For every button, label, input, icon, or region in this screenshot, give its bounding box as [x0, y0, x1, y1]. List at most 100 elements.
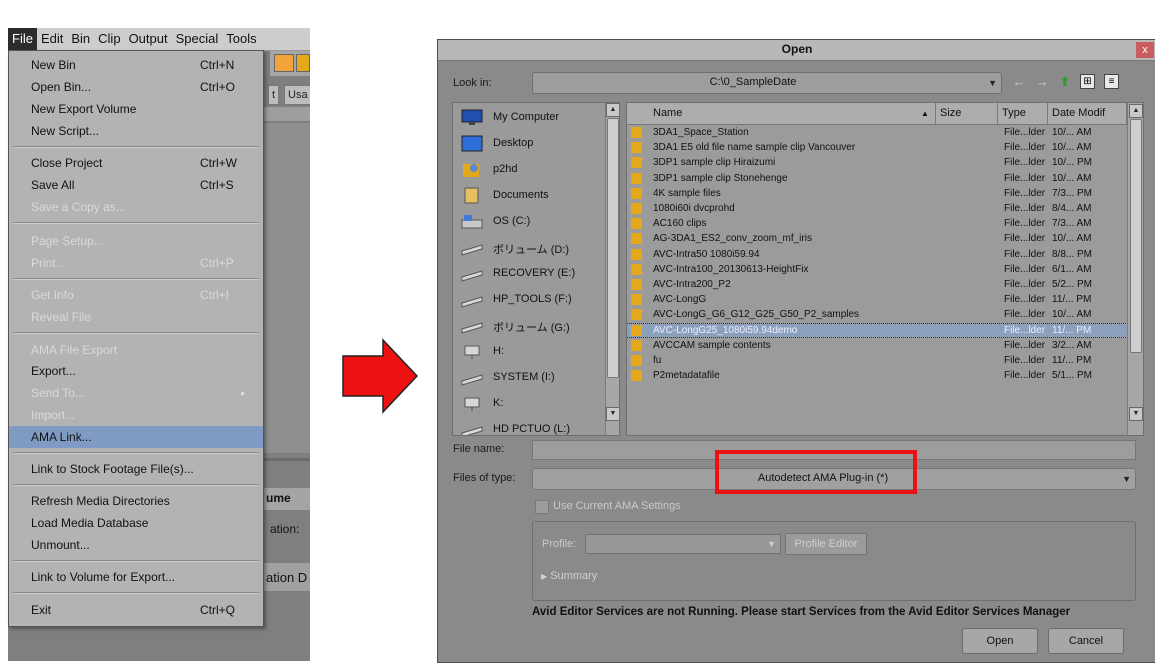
place-k[interactable]: K:	[453, 391, 605, 417]
destination-column-label: ation D	[266, 570, 308, 585]
bin-tab-usage[interactable]: Usa	[284, 85, 310, 105]
place-desktop[interactable]: Desktop	[453, 131, 605, 157]
file-row[interactable]: 3DA1 E5 old file name sample clip Vancou…	[627, 141, 1127, 154]
scroll-down-icon[interactable]: ▼	[1129, 407, 1143, 421]
menu-item-new-script[interactable]: New Script...	[9, 120, 263, 142]
folder-icon	[631, 370, 642, 382]
menu-output[interactable]: Output	[125, 28, 172, 50]
file-row[interactable]: 3DP1 sample clip Hiraizumi File...lder 10/…	[627, 156, 1127, 169]
menu-tools[interactable]: Tools	[222, 28, 260, 50]
place-l[interactable]: HD PCTUO (L:)	[453, 417, 605, 435]
column-name[interactable]: Name ▲	[627, 103, 936, 124]
scroll-up-icon[interactable]: ▲	[1129, 104, 1143, 118]
menu-item-label: AMA Link...	[31, 430, 92, 444]
file-list-header: Name ▲ Size Type Date Modif	[627, 103, 1127, 125]
menu-item-new-bin[interactable]: New Bin Ctrl+N	[9, 54, 263, 76]
place-g[interactable]: ボリューム (G:)	[453, 313, 605, 339]
submenu-arrow-icon: ▸	[241, 388, 246, 398]
menu-edit[interactable]: Edit	[37, 28, 67, 50]
column-date-modified[interactable]: Date Modif	[1048, 103, 1127, 124]
file-row[interactable]: AVC-LongG File...lder 11/... PM	[627, 293, 1127, 306]
place-recovery-e[interactable]: RECOVERY (E:)	[453, 261, 605, 287]
cancel-button[interactable]: Cancel	[1048, 628, 1124, 654]
file-row[interactable]: P2metadatafile File...lder 5/1... PM	[627, 369, 1127, 382]
menu-item-reveal-file: Reveal File	[9, 306, 263, 328]
forward-arrow-icon[interactable]: →	[1034, 74, 1050, 90]
look-in-value: C:\0_SampleDate	[709, 76, 797, 88]
list-view-icon[interactable]: ≡	[1104, 74, 1119, 89]
file-type: File...lder	[1004, 370, 1046, 382]
menu-item-link-volume-export[interactable]: Link to Volume for Export...	[9, 566, 263, 588]
places-scrollbar[interactable]: ▲ ▼	[605, 103, 619, 435]
menu-item-new-export-volume[interactable]: New Export Volume	[9, 98, 263, 120]
summary-disclosure: ▶ Summary	[541, 570, 597, 582]
file-name: AG-3DA1_ES2_conv_zoom_mf_iris	[653, 233, 812, 245]
menu-clip[interactable]: Clip	[94, 28, 124, 50]
bin-tab[interactable]: t	[268, 85, 280, 105]
menu-item-open-bin[interactable]: Open Bin... Ctrl+O	[9, 76, 263, 98]
dialog-titlebar[interactable]: Open x	[438, 40, 1155, 61]
menu-item-ama-link[interactable]: AMA Link...	[9, 426, 263, 448]
menu-bin[interactable]: Bin	[67, 28, 94, 50]
column-type[interactable]: Type	[998, 103, 1048, 124]
column-size[interactable]: Size	[936, 103, 998, 124]
menu-item-page-setup: Page Setup...	[9, 230, 263, 252]
file-row[interactable]: AVC-LongG_G6_G12_G25_G50_P2_samples File.…	[627, 308, 1127, 321]
file-row[interactable]: AVC-Intra50 1080i59.94 File...lder 8/8... …	[627, 248, 1127, 261]
menu-item-refresh-media-directories[interactable]: Refresh Media Directories	[9, 490, 263, 512]
menu-special[interactable]: Special	[172, 28, 223, 50]
file-row[interactable]: AG-3DA1_ES2_conv_zoom_mf_iris File...lder…	[627, 232, 1127, 245]
menu-item-unmount[interactable]: Unmount...	[9, 534, 263, 556]
up-folder-icon[interactable]: ⬆	[1057, 74, 1073, 90]
place-h[interactable]: H:	[453, 339, 605, 365]
menu-item-exit[interactable]: Exit Ctrl+Q	[9, 599, 263, 621]
file-row[interactable]: 4K sample files File...lder 7/3... PM	[627, 187, 1127, 200]
column-label: Name	[653, 107, 683, 119]
menu-item-get-info: Get Info Ctrl+I	[9, 284, 263, 306]
place-my-computer[interactable]: My Computer	[453, 105, 605, 131]
open-button[interactable]: Open	[962, 628, 1038, 654]
file-row[interactable]: 3DP1 sample clip Stonehenge File...lder 10…	[627, 172, 1127, 185]
file-type: File...lder	[1004, 203, 1046, 214]
place-hp-tools-f[interactable]: HP_TOOLS (F:)	[453, 287, 605, 313]
place-d[interactable]: ボリューム (D:)	[453, 235, 605, 261]
place-system-i[interactable]: SYSTEM (I:)	[453, 365, 605, 391]
look-in-combo[interactable]: C:\0_SampleDate ▼	[532, 72, 1002, 94]
file-row[interactable]: AVC-Intra100_20130613-HeightFix File...ld…	[627, 263, 1127, 276]
file-row[interactable]: 1080i60i dvcprohd File...lder 8/4... AM	[627, 202, 1127, 215]
menu-item-label: New Bin	[31, 58, 76, 72]
place-p2hd[interactable]: p2hd	[453, 157, 605, 183]
network-drive-icon	[464, 345, 480, 359]
file-date: 10/... AM	[1052, 172, 1092, 184]
scrollbar-thumb[interactable]	[607, 118, 619, 378]
window-button[interactable]	[296, 54, 310, 72]
menu-item-close-project[interactable]: Close Project Ctrl+W	[9, 152, 263, 174]
chevron-down-icon: ▼	[988, 78, 997, 88]
file-row[interactable]: AVC-LongG25_1080i59.94demo File...lder 11/…	[627, 322, 1128, 338]
drive-icon	[461, 426, 483, 435]
back-arrow-icon[interactable]: ←	[1011, 74, 1027, 90]
minimize-button[interactable]	[274, 54, 294, 72]
place-os-c[interactable]: OS (C:)	[453, 209, 605, 235]
scroll-down-icon[interactable]: ▼	[606, 407, 619, 421]
menu-item-label: Unmount...	[31, 538, 90, 552]
file-row[interactable]: AC160 clips File...lder 7/3... AM	[627, 217, 1127, 230]
close-button[interactable]: x	[1136, 42, 1154, 58]
file-row[interactable]: AVC-Intra200_P2 File...lder 5/2... PM	[627, 278, 1127, 291]
file-type: File...lder	[1004, 142, 1046, 154]
file-list-scrollbar[interactable]: ▲ ▼	[1127, 103, 1143, 435]
folder-icon	[631, 339, 642, 351]
menu-item-export[interactable]: Export...	[9, 360, 263, 382]
detail-view-icon[interactable]: ⊞	[1080, 74, 1095, 89]
menu-file[interactable]: File	[8, 28, 37, 50]
file-row[interactable]: fu File...lder 11/... PM	[627, 354, 1127, 367]
file-row[interactable]: 3DA1_Space_Station File...lder 10/... AM	[627, 126, 1127, 139]
menu-item-load-media-database[interactable]: Load Media Database	[9, 512, 263, 534]
file-row[interactable]: AVCCAM sample contents File...lder 3/2... …	[627, 339, 1127, 352]
place-documents[interactable]: Documents	[453, 183, 605, 209]
menu-item-save-all[interactable]: Save All Ctrl+S	[9, 174, 263, 196]
file-date: 5/2... PM	[1052, 279, 1093, 290]
scroll-up-icon[interactable]: ▲	[606, 103, 619, 117]
menu-item-link-stock-footage[interactable]: Link to Stock Footage File(s)...	[9, 458, 263, 480]
scrollbar-thumb[interactable]	[1130, 119, 1142, 353]
